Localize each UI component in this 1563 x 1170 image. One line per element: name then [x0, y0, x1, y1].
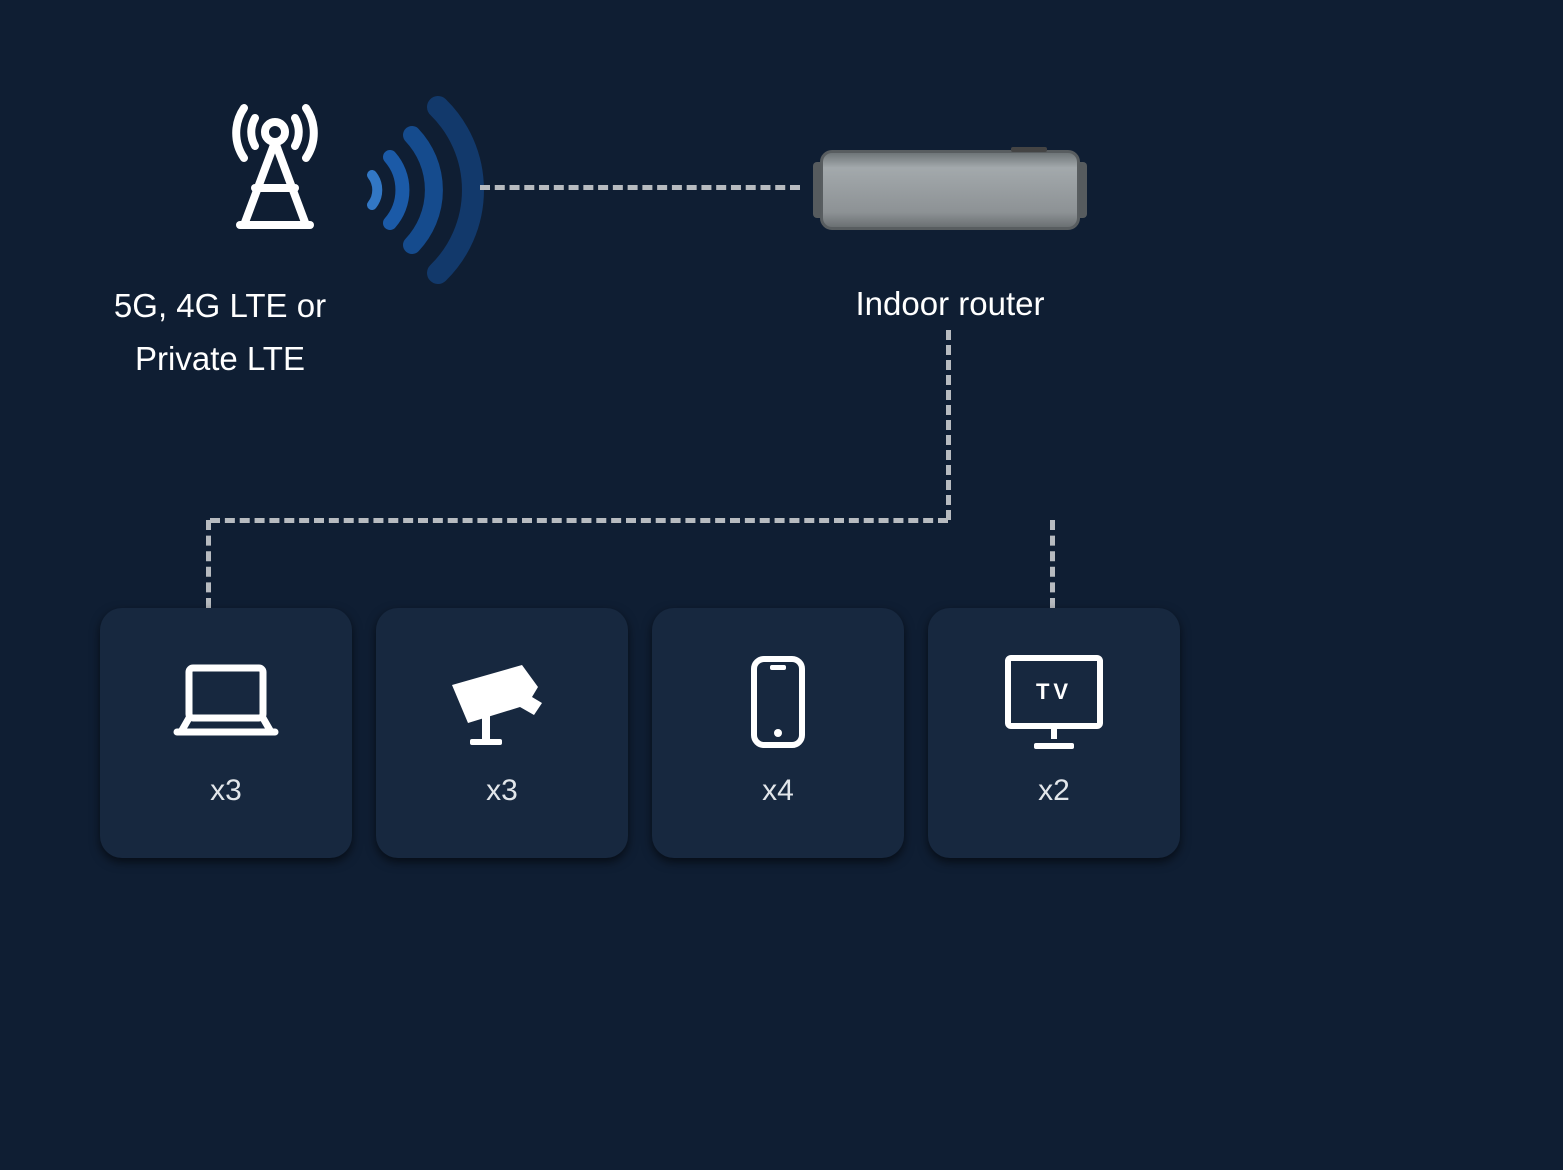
device-cards: x3 x3 x4: [100, 608, 1180, 858]
link-bus: [210, 518, 948, 523]
device-count: x4: [762, 774, 794, 808]
device-count: x2: [1038, 774, 1070, 808]
indoor-router-icon: [820, 150, 1080, 230]
source-label: 5G, 4G LTE or Private LTE: [85, 280, 355, 386]
cell-tower-icon: [220, 100, 330, 235]
device-count: x3: [210, 774, 242, 808]
device-card-laptop: x3: [100, 608, 352, 858]
laptop-icon: [171, 658, 281, 746]
tv-text: TV: [1036, 679, 1072, 705]
smartphone-icon: [748, 658, 808, 746]
security-camera-icon: [442, 658, 562, 746]
link-to-card-4: [1050, 520, 1055, 608]
device-card-phone: x4: [652, 608, 904, 858]
link-to-card-1: [206, 520, 211, 608]
router-label: Indoor router: [820, 285, 1080, 323]
device-card-camera: x3: [376, 608, 628, 858]
link-source-to-router: [480, 185, 800, 190]
signal-waves-icon: [350, 85, 490, 300]
device-card-tv: TV x2: [928, 608, 1180, 858]
link-router-down: [946, 330, 951, 520]
source-label-line2: Private LTE: [85, 333, 355, 386]
source-label-line1: 5G, 4G LTE or: [85, 280, 355, 333]
tv-icon: TV: [1005, 658, 1103, 746]
device-count: x3: [486, 774, 518, 808]
